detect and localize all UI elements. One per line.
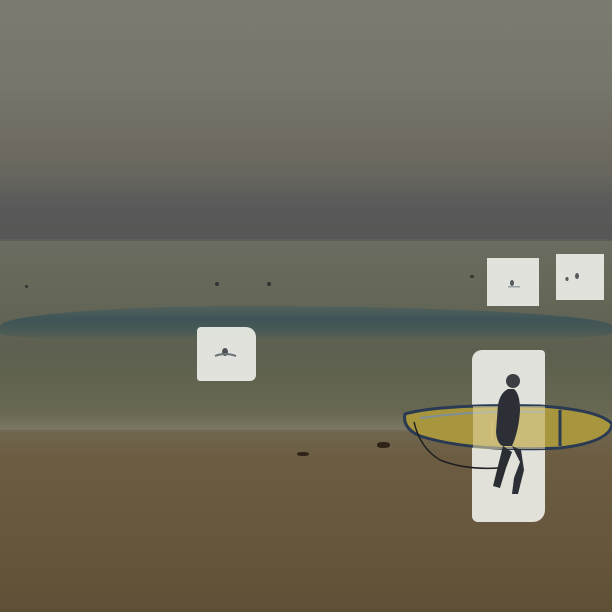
beach-scene (0, 0, 612, 612)
figures-layer (214, 273, 612, 494)
small-surfer-figures (214, 273, 579, 357)
